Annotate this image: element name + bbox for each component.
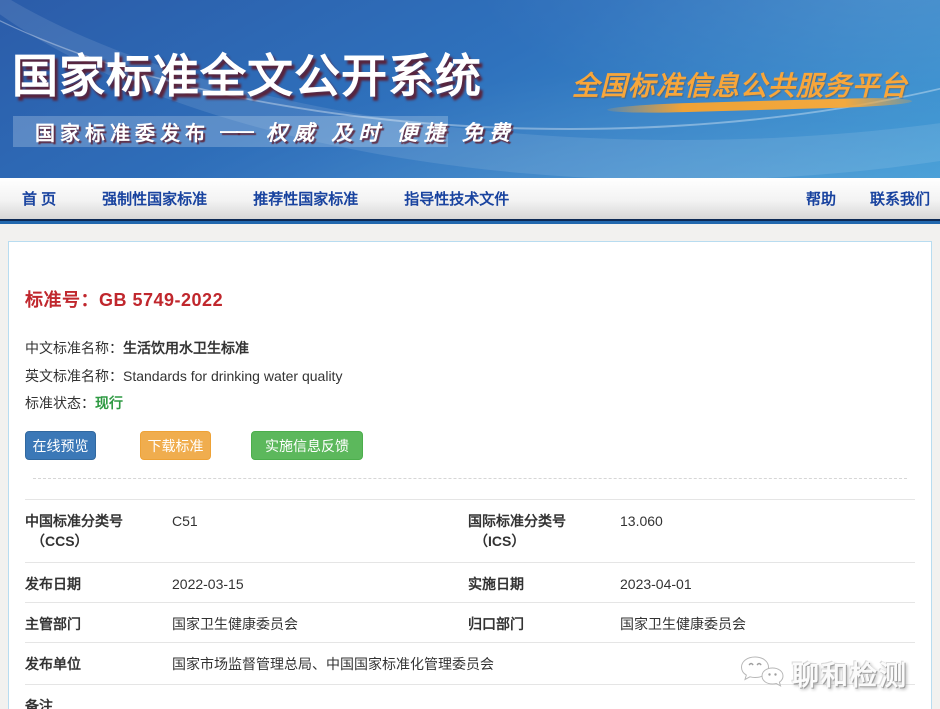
standard-number-value: GB 5749-2022 [99,290,223,310]
publish-date-label: 发布日期 [25,574,172,602]
table-row: 发布日期 2022-03-15 实施日期 2023-04-01 [25,562,915,602]
ics-label: 国际标准分类号 （ICS） [468,511,620,562]
cn-name-row: 中文标准名称：生活饮用水卫生标准 [25,338,915,358]
table-row: 备注 [25,684,915,709]
dashed-divider [33,478,907,479]
implement-date-label: 实施日期 [468,574,620,602]
implement-date-value: 2023-04-01 [620,574,915,602]
publishing-unit-value: 国家市场监督管理总局、中国国家标准化管理委员会 [172,654,915,684]
nav-item-home[interactable]: 首 页 [22,188,56,209]
nav-item-help[interactable]: 帮助 [806,188,836,209]
remarks-value [172,696,915,709]
implementation-feedback-button[interactable]: 实施信息反馈 [251,431,363,460]
en-name-label: 英文标准名称： [25,368,123,384]
status-label: 标准状态： [25,395,95,411]
competent-dept-value: 国家卫生健康委员会 [172,614,468,642]
centralized-dept-value: 国家卫生健康委员会 [620,614,915,642]
publishing-unit-label: 发布单位 [25,654,172,684]
remarks-label: 备注 [25,696,172,709]
standard-number-row: 标准号：GB 5749-2022 [25,286,915,312]
nav-bottom-border-blue [0,221,940,224]
banner-dash: —— [220,121,252,142]
main-nav: 首 页 强制性国家标准 推荐性国家标准 指导性技术文件 帮助 联系我们 [0,178,940,219]
centralized-dept-label: 归口部门 [468,614,620,642]
standard-info-table: 中国标准分类号 （CCS） C51 国际标准分类号 （ICS） 13.060 发… [25,499,915,709]
table-row: 主管部门 国家卫生健康委员会 归口部门 国家卫生健康委员会 [25,602,915,642]
standard-detail-panel: 标准号：GB 5749-2022 中文标准名称：生活饮用水卫生标准 英文标准名称… [8,241,932,709]
nav-item-contact-us[interactable]: 联系我们 [870,188,930,209]
publisher-name: 国家标准委发布 [35,117,210,146]
action-buttons-row: 在线预览 下载标准 实施信息反馈 [25,431,915,460]
nav-item-guiding-documents[interactable]: 指导性技术文件 [404,188,509,209]
cn-name-label: 中文标准名称： [25,340,123,356]
status-value: 现行 [95,395,123,411]
nav-item-mandatory-standards[interactable]: 强制性国家标准 [102,188,207,209]
cn-name-value: 生活饮用水卫生标准 [123,340,249,356]
download-standard-button[interactable]: 下载标准 [140,431,211,460]
en-name-row: 英文标准名称：Standards for drinking water qual… [25,366,915,386]
en-name-value: Standards for drinking water quality [123,368,342,384]
ccs-label: 中国标准分类号 （CCS） [25,511,172,562]
banner-slogan: 权威 及时 便捷 免费 [266,117,516,147]
status-row: 标准状态：现行 [25,393,915,413]
site-header: 国家标准全文公开系统 国家标准委发布 —— 权威 及时 便捷 免费 全国标准信息… [0,0,940,178]
platform-name: 全国标准信息公共服务平台 [572,64,908,103]
nav-item-recommended-standards[interactable]: 推荐性国家标准 [253,188,358,209]
ics-value: 13.060 [620,511,915,562]
publish-date-value: 2022-03-15 [172,574,468,602]
ccs-value: C51 [172,511,468,562]
table-row: 发布单位 国家市场监督管理总局、中国国家标准化管理委员会 [25,642,915,684]
online-preview-button[interactable]: 在线预览 [25,431,96,460]
site-title: 国家标准全文公开系统 [12,40,482,106]
publisher-banner: 国家标准委发布 —— 权威 及时 便捷 免费 [13,116,448,147]
standard-number-label: 标准号： [25,290,99,310]
competent-dept-label: 主管部门 [25,614,172,642]
table-row: 中国标准分类号 （CCS） C51 国际标准分类号 （ICS） 13.060 [25,499,915,562]
